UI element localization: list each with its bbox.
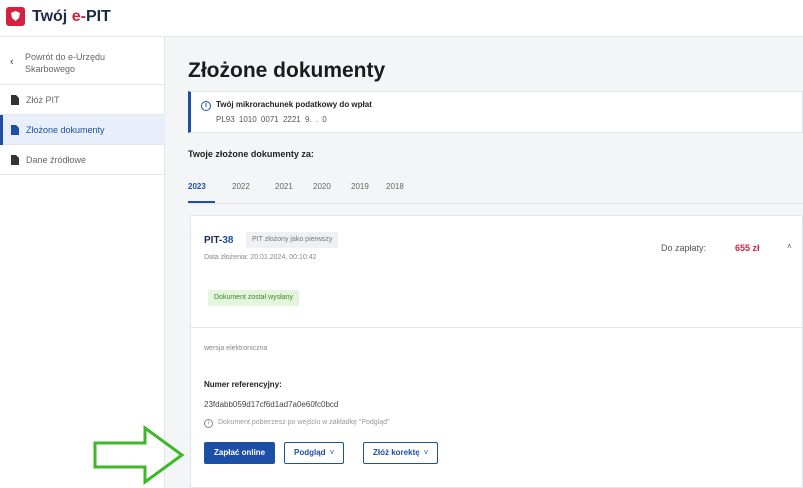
sidebar-item-label: Złożone dokumenty bbox=[26, 125, 105, 135]
tab-year-2023[interactable]: 2023 bbox=[188, 182, 206, 191]
filing-type-badge: PIT złożony jako pierwszy bbox=[246, 232, 339, 248]
tax-account-info-box: i Twój mikrorachunek podatkowy do wpłat … bbox=[188, 91, 803, 133]
reference-number-value: 23fdabb059d17cf6d1ad7a0e60fc0bcd bbox=[204, 400, 339, 409]
download-note: Dokument pobierzesz po wejściu w zakładk… bbox=[218, 419, 390, 426]
chevron-left-icon: ‹ bbox=[10, 56, 14, 68]
reference-number-label: Numer referencyjny: bbox=[204, 380, 282, 389]
tax-account-number: PL93 1010 0071 2221 9. . 0 bbox=[216, 115, 327, 124]
logo-emblem-icon bbox=[6, 7, 25, 26]
year-tabs: 2023 2022 2021 2020 2019 2018 bbox=[188, 174, 803, 204]
info-icon: i bbox=[201, 101, 211, 111]
info-icon: i bbox=[204, 419, 213, 428]
info-title: Twój mikrorachunek podatkowy do wpłat bbox=[216, 100, 372, 109]
amount-due-label: Do zapłaty: bbox=[661, 243, 707, 253]
sidebar: ‹ Powrót do e-Urzędu Skarbowego Złóż PIT… bbox=[0, 37, 165, 488]
document-card: PIT-38 PIT złożony jako pierwszy Data zł… bbox=[190, 215, 803, 488]
file-correction-button[interactable]: Złóż korektę ˅ bbox=[363, 442, 439, 464]
tab-year-2022[interactable]: 2022 bbox=[232, 182, 250, 191]
document-icon bbox=[11, 125, 19, 135]
tab-year-2020[interactable]: 2020 bbox=[313, 182, 331, 191]
document-icon bbox=[11, 95, 19, 105]
filing-date: Data złożenia: 20.01.2024, 00:10:42 bbox=[204, 254, 317, 261]
back-link-label: Powrót do e-Urzędu Skarbowego bbox=[25, 52, 106, 74]
app-logo-title[interactable]: Twój e-PIT bbox=[32, 8, 111, 26]
pay-online-button[interactable]: Zapłać online bbox=[204, 442, 276, 464]
chevron-down-icon: ˅ bbox=[329, 448, 335, 457]
active-tab-indicator bbox=[188, 201, 215, 203]
main-content: Złożone dokumenty i Twój mikrorachunek p… bbox=[165, 37, 803, 488]
pay-online-label: Zapłać online bbox=[214, 448, 266, 457]
sidebar-item-file-pit[interactable]: Złóż PIT bbox=[0, 85, 165, 115]
preview-label: Podgląd bbox=[294, 448, 326, 457]
pit-form-name: PIT-38 bbox=[204, 235, 233, 246]
top-bar: Twój e-PIT bbox=[0, 0, 803, 37]
tab-year-2021[interactable]: 2021 bbox=[275, 182, 293, 191]
logo-title-suffix: PIT bbox=[85, 8, 111, 25]
documents-for-label: Twoje złożone dokumenty za: bbox=[188, 149, 314, 159]
back-to-e-urzad-link[interactable]: ‹ Powrót do e-Urzędu Skarbowego bbox=[0, 43, 165, 85]
pit-number: 38 bbox=[222, 235, 234, 246]
sidebar-item-label: Dane źródłowe bbox=[26, 155, 87, 165]
logo-title-accent: e- bbox=[71, 8, 86, 25]
tab-year-2018[interactable]: 2018 bbox=[386, 182, 404, 191]
chevron-up-icon[interactable]: ˄ bbox=[787, 242, 792, 251]
sidebar-item-source-data[interactable]: Dane źródłowe bbox=[0, 145, 165, 175]
sidebar-item-filed-documents[interactable]: Złożone dokumenty bbox=[0, 115, 165, 145]
document-version: wersja elektroniczna bbox=[204, 345, 268, 352]
logo-title-prefix: Twój bbox=[32, 8, 72, 25]
chevron-down-icon: ˅ bbox=[423, 448, 429, 457]
green-arrow-icon bbox=[93, 425, 185, 485]
amount-due-value: 655 zł bbox=[735, 243, 760, 253]
sidebar-item-label: Złóż PIT bbox=[26, 95, 60, 105]
document-icon bbox=[11, 155, 19, 165]
status-badge: Dokument został wysłany bbox=[208, 290, 299, 306]
pit-prefix: PIT- bbox=[204, 235, 223, 246]
preview-button[interactable]: Podgląd ˅ bbox=[284, 442, 345, 464]
divider bbox=[191, 327, 802, 328]
page-title: Złożone dokumenty bbox=[188, 59, 386, 82]
file-correction-label: Złóż korektę bbox=[373, 448, 420, 457]
tab-year-2019[interactable]: 2019 bbox=[351, 182, 369, 191]
